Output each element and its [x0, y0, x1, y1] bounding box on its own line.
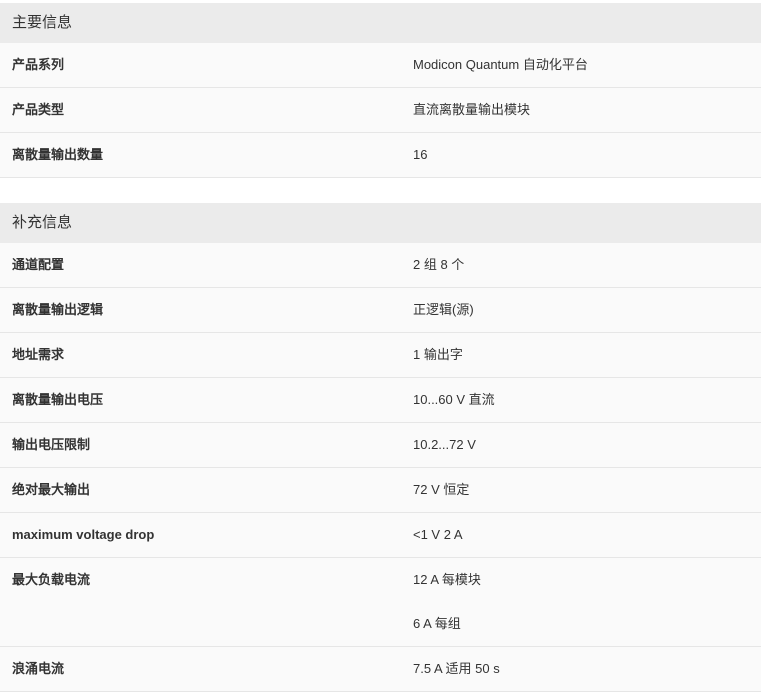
- spec-table: 主要信息 产品系列 Modicon Quantum 自动化平台 产品类型 直流离…: [0, 0, 761, 692]
- spec-values: 10...60 V 直流: [413, 378, 761, 422]
- spec-key: 离散量输出数量: [12, 147, 104, 162]
- spec-key: 输出电压限制: [12, 437, 91, 452]
- spec-row: 离散量输出逻辑 正逻辑(源): [0, 288, 761, 333]
- spec-values: 16: [413, 133, 761, 177]
- spec-row: 离散量输出数量 16: [0, 133, 761, 178]
- spec-values: Modicon Quantum 自动化平台: [413, 43, 761, 87]
- spec-value: 16: [413, 147, 428, 162]
- spec-key: 通道配置: [12, 257, 65, 272]
- spec-key: 最大负载电流: [12, 572, 91, 587]
- spec-value: 6 A 每组: [413, 616, 461, 631]
- spec-row: 产品类型 直流离散量输出模块: [0, 88, 761, 133]
- spec-key: 离散量输出电压: [12, 392, 104, 407]
- spec-values: 直流离散量输出模块: [413, 88, 761, 132]
- spec-values: 10.2...72 V: [413, 423, 761, 467]
- spec-row: 最大负载电流 12 A 每模块 6 A 每组: [0, 558, 761, 647]
- section-main-info: 主要信息 产品系列 Modicon Quantum 自动化平台 产品类型 直流离…: [0, 3, 761, 178]
- spec-value: 7.5 A 适用 50 s: [413, 661, 500, 676]
- section-gap: [0, 178, 761, 203]
- spec-row: 通道配置 2 组 8 个: [0, 243, 761, 288]
- spec-row: 离散量输出电压 10...60 V 直流: [0, 378, 761, 423]
- section-header: 补充信息: [0, 203, 761, 243]
- spec-values: 正逻辑(源): [413, 288, 761, 332]
- spec-row: 浪涌电流 7.5 A 适用 50 s: [0, 647, 761, 692]
- spec-values: <1 V 2 A: [413, 513, 761, 557]
- spec-key: 地址需求: [12, 347, 65, 362]
- spec-value: 2 组 8 个: [413, 257, 465, 272]
- spec-value: 1 输出字: [413, 347, 463, 362]
- spec-key: 绝对最大输出: [12, 482, 91, 497]
- spec-row: 地址需求 1 输出字: [0, 333, 761, 378]
- spec-value: Modicon Quantum 自动化平台: [413, 57, 588, 72]
- spec-values: 1 输出字: [413, 333, 761, 377]
- spec-value: 72 V 恒定: [413, 482, 470, 497]
- spec-value: 10...60 V 直流: [413, 392, 495, 407]
- spec-row: 绝对最大输出 72 V 恒定: [0, 468, 761, 513]
- section-additional-info: 补充信息 通道配置 2 组 8 个 离散量输出逻辑 正逻辑(源) 地址需求 1 …: [0, 203, 761, 692]
- spec-key: maximum voltage drop: [12, 527, 155, 542]
- spec-value: 直流离散量输出模块: [413, 102, 531, 117]
- spec-row: 产品系列 Modicon Quantum 自动化平台: [0, 43, 761, 88]
- spec-key: 离散量输出逻辑: [12, 302, 104, 317]
- spec-key: 浪涌电流: [12, 661, 65, 676]
- spec-values: 7.5 A 适用 50 s: [413, 647, 761, 691]
- spec-values: 12 A 每模块 6 A 每组: [413, 558, 761, 646]
- spec-values: 2 组 8 个: [413, 243, 761, 287]
- spec-values: 72 V 恒定: [413, 468, 761, 512]
- spec-value: 10.2...72 V: [413, 437, 476, 452]
- spec-row: maximum voltage drop <1 V 2 A: [0, 513, 761, 558]
- section-header: 主要信息: [0, 3, 761, 43]
- spec-key: 产品类型: [12, 102, 65, 117]
- spec-row: 输出电压限制 10.2...72 V: [0, 423, 761, 468]
- spec-key: 产品系列: [12, 57, 65, 72]
- spec-value: <1 V 2 A: [413, 527, 463, 542]
- spec-value: 正逻辑(源): [413, 302, 474, 317]
- spec-value: 12 A 每模块: [413, 572, 481, 587]
